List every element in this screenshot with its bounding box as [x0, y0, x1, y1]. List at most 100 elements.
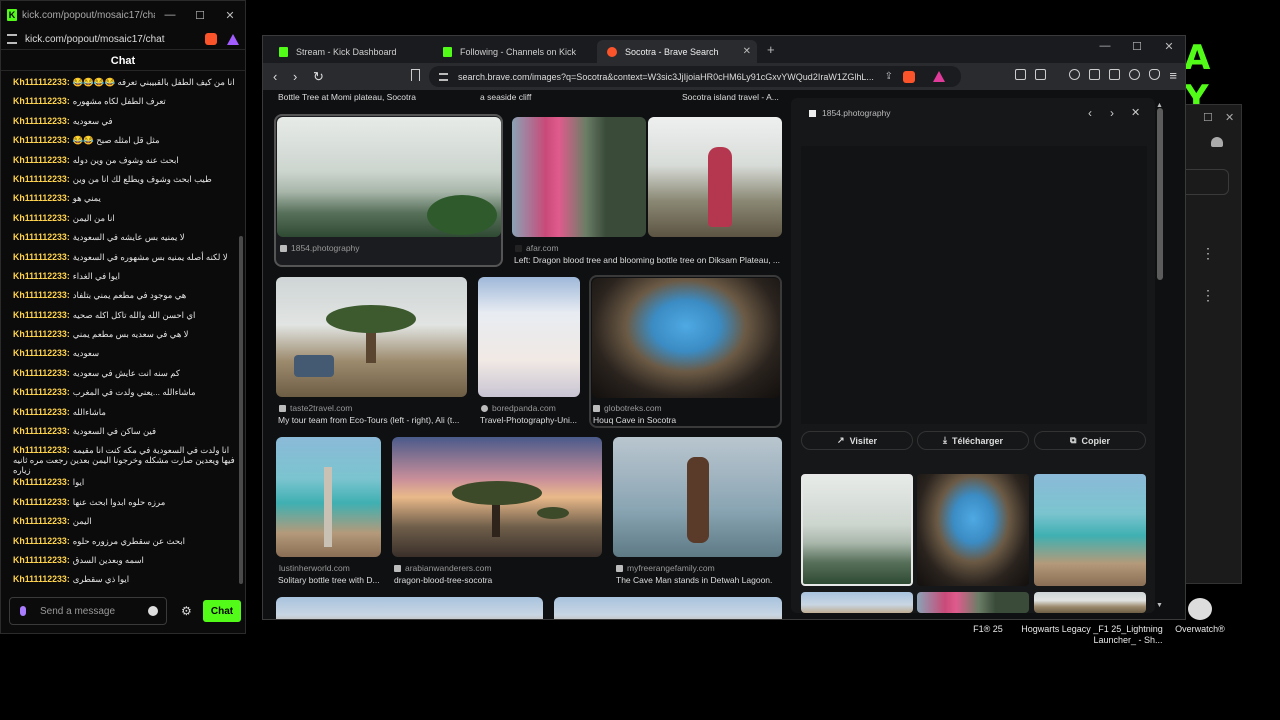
chat-username[interactable]: Kh111112233: [13, 536, 70, 546]
chat-username[interactable]: Kh111112233: [13, 348, 70, 358]
close-icon[interactable]: ✕ [1153, 40, 1185, 53]
chat-username[interactable]: Kh111112233: [13, 426, 70, 436]
result-caption[interactable]: dragon-blood-tree-socotra [394, 575, 594, 585]
chat-input[interactable]: Send a message [9, 597, 167, 625]
result-image[interactable] [392, 437, 602, 557]
site-settings-icon[interactable] [439, 72, 448, 81]
related-image-selected[interactable] [801, 474, 913, 586]
chat-send-button[interactable]: Chat [203, 600, 241, 622]
chat-username[interactable]: Kh111112233: [13, 555, 70, 565]
forward-icon[interactable]: › [293, 69, 313, 84]
chat-username[interactable]: Kh111112233: [13, 387, 70, 397]
result-caption[interactable]: Bottle Tree at Momi plateau, Socotra [278, 92, 416, 102]
result-image[interactable] [478, 277, 580, 397]
visit-button[interactable]: ↗ Visiter [801, 431, 913, 450]
vpn-icon[interactable] [1149, 69, 1160, 80]
result-source[interactable]: arabianwanderers.com [394, 563, 491, 573]
brave-rewards-icon[interactable] [227, 33, 239, 45]
chat-username[interactable]: Kh111112233: [13, 271, 70, 281]
more-options-icon[interactable]: ⋮ [1201, 287, 1215, 304]
chat-username[interactable]: Kh111112233: [13, 290, 70, 300]
chat-username[interactable]: Kh111112233: [13, 329, 70, 339]
tab-following-kick[interactable]: Following - Channels on Kick [433, 40, 593, 63]
related-image[interactable] [1034, 474, 1146, 586]
brave-shields-icon[interactable] [903, 71, 915, 83]
menu-icon[interactable]: ≡ [1169, 68, 1177, 83]
chat-username[interactable]: Kh111112233: [13, 174, 70, 184]
result-image[interactable] [276, 597, 543, 619]
screenshot-icon[interactable] [1035, 69, 1046, 80]
chat-username[interactable]: Kh111112233: [13, 193, 70, 203]
page-scrollbar[interactable] [1157, 108, 1163, 280]
close-icon[interactable]: ✕ [1131, 106, 1140, 119]
chat-username[interactable]: Kh111112233: [13, 213, 70, 223]
related-image[interactable] [1034, 592, 1146, 613]
chat-username[interactable]: Kh111112233: [13, 497, 70, 507]
close-icon[interactable]: ✕ [1225, 111, 1234, 124]
result-image[interactable] [592, 278, 780, 398]
background-field[interactable] [1181, 169, 1229, 195]
chat-username[interactable]: Kh111112233: [13, 516, 70, 526]
chat-url[interactable]: kick.com/popout/mosaic17/chat [25, 34, 199, 45]
leo-ai-icon[interactable] [1129, 69, 1140, 80]
result-caption[interactable]: Solitary bottle tree with D... [278, 575, 382, 585]
wallet-icon[interactable] [1109, 69, 1120, 80]
chat-username[interactable]: Kh111112233: [13, 155, 70, 165]
next-icon[interactable]: › [1110, 106, 1114, 120]
download-button[interactable]: ⤓ Télécharger [917, 431, 1029, 450]
result-caption[interactable]: Travel-Photography-Uni... [480, 415, 584, 425]
scroll-down-icon[interactable]: ▼ [1156, 602, 1163, 609]
copy-button[interactable]: ⧉ Copier [1034, 431, 1146, 450]
result-source[interactable]: taste2travel.com [279, 403, 352, 413]
brave-rewards-icon[interactable] [933, 71, 945, 82]
bookmark-icon[interactable] [411, 69, 420, 81]
sidebar-icon[interactable] [1089, 69, 1100, 80]
maximize-icon[interactable]: ☐ [1203, 111, 1213, 124]
microphone-icon[interactable] [20, 606, 26, 616]
result-caption[interactable]: My tour team from Eco-Tours (left - righ… [278, 415, 468, 425]
tab-socotra-search[interactable]: Socotra - Brave Search ✕ [597, 40, 757, 63]
maximize-icon[interactable]: ☐ [1121, 40, 1153, 53]
related-image[interactable] [917, 592, 1029, 613]
new-tab-icon[interactable]: + [767, 42, 775, 57]
result-source[interactable]: globotreks.com [593, 403, 662, 413]
media-icon[interactable] [1069, 69, 1080, 80]
chat-username[interactable]: Kh111112233: [13, 368, 70, 378]
back-icon[interactable]: ‹ [273, 69, 293, 84]
more-options-icon[interactable]: ⋮ [1201, 245, 1215, 262]
emoji-icon[interactable] [148, 606, 158, 616]
result-image[interactable] [554, 597, 782, 619]
reload-icon[interactable]: ↻ [313, 69, 333, 85]
chat-username[interactable]: Kh111112233: [13, 116, 70, 126]
related-image[interactable] [801, 592, 913, 613]
chat-username[interactable]: Kh111112233: [13, 232, 70, 242]
result-source[interactable]: myfreerangefamily.com [616, 563, 715, 573]
result-caption[interactable]: Socotra island travel - A... [682, 92, 779, 102]
result-image[interactable] [512, 117, 646, 237]
result-image[interactable] [648, 117, 782, 237]
address-bar[interactable]: search.brave.com/images?q=Socotra&contex… [429, 66, 961, 87]
chat-username[interactable]: Kh111112233: [13, 96, 70, 106]
chat-username[interactable]: Kh111112233: [13, 407, 70, 417]
extensions-icon[interactable] [1015, 69, 1026, 80]
result-source[interactable]: lustinherworld.com [279, 563, 350, 573]
result-caption[interactable]: Left: Dragon blood tree and blooming bot… [514, 255, 784, 265]
result-image[interactable] [276, 437, 381, 557]
chat-username[interactable]: Kh111112233: [13, 77, 70, 87]
result-caption[interactable]: The Cave Man stands in Detwah Lagoon. [616, 575, 786, 585]
result-image[interactable] [277, 117, 501, 237]
result-image[interactable] [613, 437, 782, 557]
chat-username[interactable]: Kh111112233: [13, 477, 70, 487]
result-source[interactable]: 1854.photography [280, 243, 360, 253]
result-caption[interactable]: Houq Cave in Socotra [593, 415, 773, 425]
minimize-icon[interactable]: — [155, 9, 185, 22]
chat-username[interactable]: Kh111112233: [13, 574, 70, 584]
chat-username[interactable]: Kh111112233: [13, 135, 70, 145]
chat-username[interactable]: Kh111112233: [13, 310, 70, 320]
gear-icon[interactable]: ⚙ [181, 604, 192, 618]
chat-scrollbar[interactable] [239, 236, 243, 584]
user-add-icon[interactable] [1211, 137, 1223, 147]
chat-username[interactable]: Kh111112233: [13, 252, 70, 262]
site-settings-icon[interactable] [7, 34, 17, 44]
chat-username[interactable]: Kh111112233: [13, 445, 70, 455]
